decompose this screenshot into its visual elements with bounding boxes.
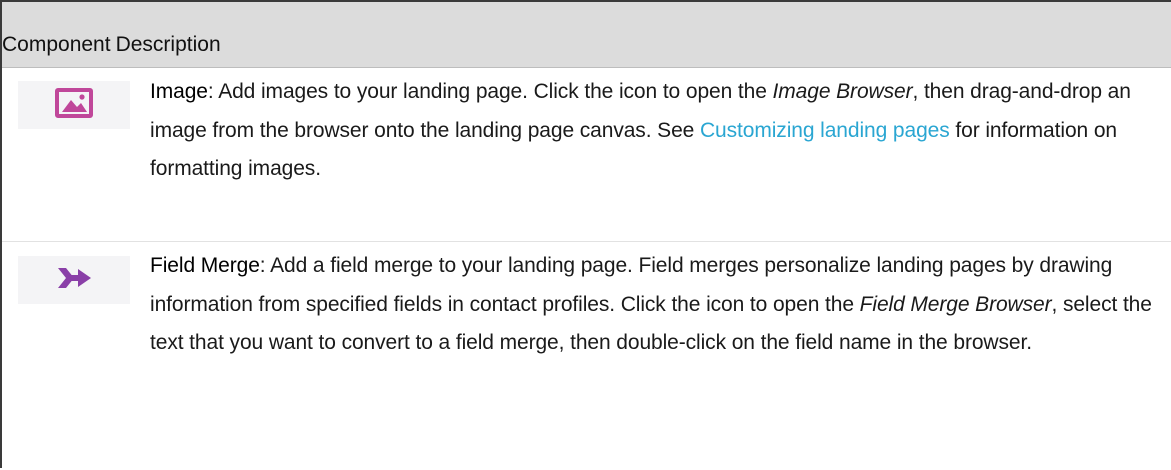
field-merge-icon[interactable] <box>54 262 94 299</box>
image-description: Image: Add images to your landing page. … <box>150 73 1161 189</box>
image-text-1: Add images to your landing page. Click t… <box>218 80 773 103</box>
field-merge-browser-em: Field Merge Browser <box>859 292 1052 316</box>
table-row-field-merge: Field Merge: Add a field merge to your l… <box>2 242 1171 470</box>
header-description: Description <box>115 33 221 56</box>
field-merge-description: Field Merge: Add a field merge to your l… <box>150 247 1161 363</box>
image-sep: : <box>207 80 219 103</box>
image-term: Image <box>150 80 208 103</box>
table-header-row: Component Description <box>2 2 1171 68</box>
component-table: Component Description Image: Add images … <box>0 0 1171 468</box>
image-browser-em: Image Browser <box>772 80 913 103</box>
customizing-landing-pages-link[interactable]: Customizing landing pages <box>700 119 950 142</box>
field-merge-term: Field Merge <box>150 254 260 277</box>
image-icon[interactable] <box>54 87 94 124</box>
header-component: Component <box>2 33 111 56</box>
table-row-image: Image: Add images to your landing page. … <box>2 68 1171 242</box>
field-merge-sep: : <box>259 254 271 277</box>
image-icon-box[interactable] <box>18 81 130 129</box>
field-merge-icon-box[interactable] <box>18 256 130 304</box>
